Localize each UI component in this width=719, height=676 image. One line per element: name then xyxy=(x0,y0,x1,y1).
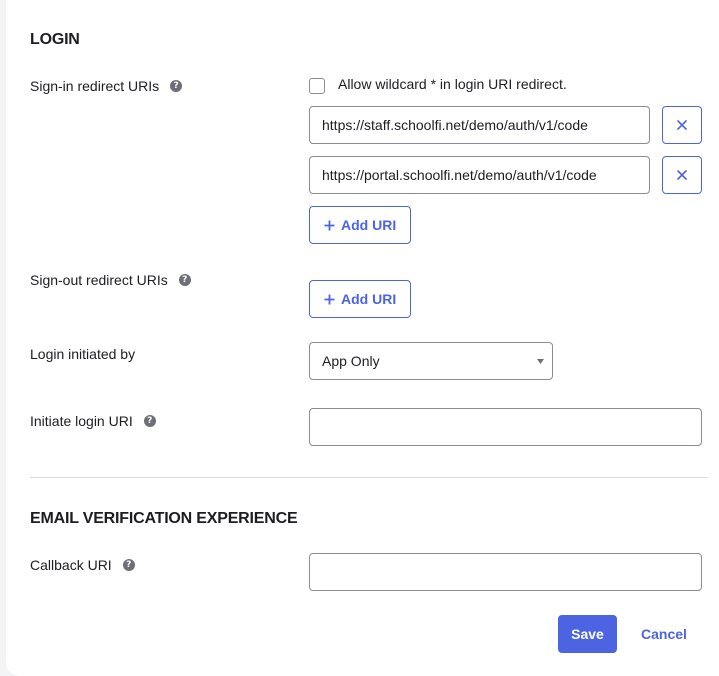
save-button[interactable]: Save xyxy=(558,615,617,653)
add-signin-uri-button[interactable]: Add URI xyxy=(309,206,412,244)
callback-uri-label-text: Callback URI xyxy=(30,557,112,573)
close-icon xyxy=(677,170,687,180)
plus-icon xyxy=(324,220,335,230)
signin-uri-input-1[interactable]: https://staff.schoolfi.net/demo/auth/v1/… xyxy=(309,106,650,144)
signin-redirect-label: Sign-in redirect URIs ? xyxy=(30,78,183,94)
close-icon xyxy=(677,120,687,130)
initiate-login-uri-input[interactable] xyxy=(309,408,702,446)
signout-redirect-label-text: Sign-out redirect URIs xyxy=(30,272,168,288)
email-section-title: EMAIL VERIFICATION EXPERIENCE xyxy=(30,510,298,527)
login-initiated-label-text: Login initiated by xyxy=(30,346,136,362)
plus-icon xyxy=(324,294,335,304)
add-signout-uri-button[interactable]: Add URI xyxy=(309,280,412,318)
callback-uri-label: Callback URI ? xyxy=(30,557,135,573)
help-icon[interactable]: ? xyxy=(122,559,135,571)
add-uri-label: Add URI xyxy=(341,217,397,233)
add-uri-label: Add URI xyxy=(341,291,397,307)
signin-redirect-label-text: Sign-in redirect URIs xyxy=(30,78,160,94)
login-section-title: LOGIN xyxy=(30,31,80,48)
help-icon[interactable]: ? xyxy=(178,274,191,286)
initiate-login-uri-label: Initiate login URI ? xyxy=(30,413,156,429)
wildcard-checkbox[interactable] xyxy=(309,78,325,94)
section-divider xyxy=(30,477,708,478)
help-icon[interactable]: ? xyxy=(170,80,183,92)
signin-uri-input-2[interactable]: https://portal.schoolfi.net/demo/auth/v1… xyxy=(309,156,650,194)
initiate-login-uri-label-text: Initiate login URI xyxy=(30,413,133,429)
callback-uri-input[interactable] xyxy=(309,553,702,591)
login-initiated-label: Login initiated by xyxy=(30,346,135,362)
login-initiated-select[interactable]: App Only xyxy=(309,342,553,380)
remove-uri-button-2[interactable] xyxy=(662,156,702,194)
wildcard-checkbox-label: Allow wildcard * in login URI redirect. xyxy=(338,76,567,92)
signout-redirect-label: Sign-out redirect URIs ? xyxy=(30,272,191,288)
help-icon[interactable]: ? xyxy=(143,415,156,427)
login-initiated-value: App Only xyxy=(322,353,380,369)
settings-card: LOGIN Sign-in redirect URIs ? Allow wild… xyxy=(6,0,719,676)
cancel-button[interactable]: Cancel xyxy=(633,615,695,653)
remove-uri-button-1[interactable] xyxy=(662,106,702,144)
caret-down-icon xyxy=(537,358,544,364)
